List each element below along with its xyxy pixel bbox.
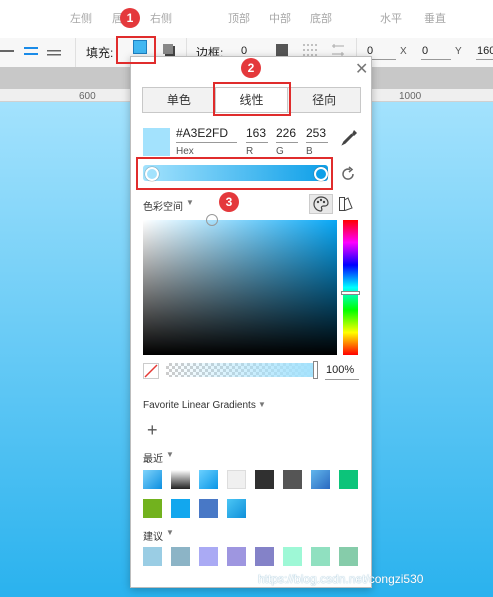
hue-slider-handle[interactable] (341, 291, 360, 295)
color-swatch[interactable] (255, 470, 274, 489)
annotation-badge-2: 2 (241, 58, 261, 78)
border-color-icon[interactable] (276, 44, 288, 56)
color-swatch[interactable] (199, 547, 218, 566)
color-swatch[interactable] (171, 547, 190, 566)
x-label: X (400, 46, 407, 57)
y-label: Y (455, 46, 462, 57)
annotation-highlight-gradient-bar (136, 157, 333, 190)
color-swatch[interactable] (171, 470, 190, 489)
blue-label: B (306, 146, 313, 157)
color-swatch[interactable] (143, 470, 162, 489)
color-swatch[interactable] (283, 547, 302, 566)
red-label: R (246, 146, 254, 157)
color-space-label[interactable]: 色彩空间 (143, 198, 183, 213)
tab-solid[interactable]: 单色 (143, 88, 215, 112)
color-swatch[interactable] (227, 499, 246, 518)
current-color-preview (143, 128, 170, 156)
favorite-gradients-label[interactable]: Favorite Linear Gradients (143, 400, 256, 411)
chevron-down-icon[interactable]: ▼ (258, 400, 266, 409)
annotation-highlight-fill (116, 36, 156, 64)
align-top-label[interactable]: 顶部 (228, 10, 250, 26)
color-swatch[interactable] (339, 470, 358, 489)
chevron-down-icon[interactable]: ▼ (166, 450, 174, 459)
add-favorite-icon[interactable]: + (147, 420, 158, 441)
annotation-highlight-linear-tab (213, 82, 291, 116)
recent-colors-label[interactable]: 最近 (143, 450, 163, 465)
opacity-underline (325, 379, 359, 380)
palette-icon (313, 196, 329, 212)
line-dash-icon[interactable] (45, 45, 63, 59)
reverse-gradient-icon[interactable] (339, 165, 357, 183)
align-left-label[interactable]: 左侧 (70, 10, 92, 26)
saturation-value-area[interactable] (143, 220, 337, 355)
align-bottom-label[interactable]: 底部 (310, 10, 332, 26)
color-swatch[interactable] (143, 547, 162, 566)
color-swatch[interactable] (255, 547, 274, 566)
width-input[interactable] (476, 43, 493, 60)
annotation-badge-1: 1 (120, 8, 140, 28)
color-swatch[interactable] (199, 499, 218, 518)
hex-value[interactable]: #A3E2FD (176, 126, 228, 140)
blue-underline (306, 142, 328, 143)
distribute-vertical-label[interactable]: 垂直 (424, 10, 446, 26)
opacity-slider-handle[interactable] (313, 361, 318, 379)
color-swatch[interactable] (339, 547, 358, 566)
line-style-icon[interactable] (0, 45, 18, 59)
red-underline (246, 142, 268, 143)
blue-value[interactable]: 253 (306, 126, 326, 140)
color-swatch[interactable] (143, 499, 162, 518)
align-right-label[interactable]: 右侧 (150, 10, 172, 26)
alignment-bar: 左侧 居 右侧 顶部 中部 底部 水平 垂直 (0, 0, 493, 39)
fill-label: 填充: (86, 46, 114, 60)
color-swatch[interactable] (311, 470, 330, 489)
opacity-slider[interactable] (166, 363, 317, 377)
suggested-colors-label[interactable]: 建议 (143, 528, 163, 543)
green-underline (276, 142, 298, 143)
hue-slider[interactable] (343, 220, 358, 355)
ruler-tick-600: 600 (79, 91, 96, 102)
chevron-down-icon[interactable]: ▼ (186, 198, 194, 207)
y-position-input[interactable] (421, 43, 451, 60)
color-swatch[interactable] (171, 499, 190, 518)
shadow-icon[interactable] (162, 43, 176, 57)
align-middle-label[interactable]: 中部 (269, 10, 291, 26)
swatches-icon[interactable] (338, 196, 356, 212)
opacity-value[interactable]: 100% (326, 364, 354, 376)
ruler-tick-1000: 1000 (399, 91, 422, 102)
hex-underline (176, 142, 237, 143)
hex-label: Hex (176, 146, 194, 157)
distribute-horizontal-label[interactable]: 水平 (380, 10, 402, 26)
green-value[interactable]: 226 (276, 126, 296, 140)
color-swatch[interactable] (227, 547, 246, 566)
chevron-down-icon[interactable]: ▼ (166, 528, 174, 537)
green-label: G (276, 146, 284, 157)
color-swatch[interactable] (227, 470, 246, 489)
saturation-picker-handle[interactable] (206, 214, 218, 226)
color-swatch[interactable] (283, 470, 302, 489)
toolbar-divider (75, 38, 76, 67)
red-value[interactable]: 163 (246, 126, 266, 140)
color-swatch[interactable] (199, 470, 218, 489)
watermark-text: https://blog.csdn.net/congzi530 (258, 572, 424, 586)
eyedropper-icon[interactable] (341, 128, 359, 146)
no-color-icon[interactable] (143, 363, 159, 379)
close-icon[interactable]: ✕ (355, 62, 368, 78)
annotation-badge-3: 3 (219, 192, 239, 212)
tab-radial[interactable]: 径向 (287, 88, 361, 112)
line-weight-icon[interactable] (22, 45, 40, 59)
color-swatch[interactable] (311, 547, 330, 566)
